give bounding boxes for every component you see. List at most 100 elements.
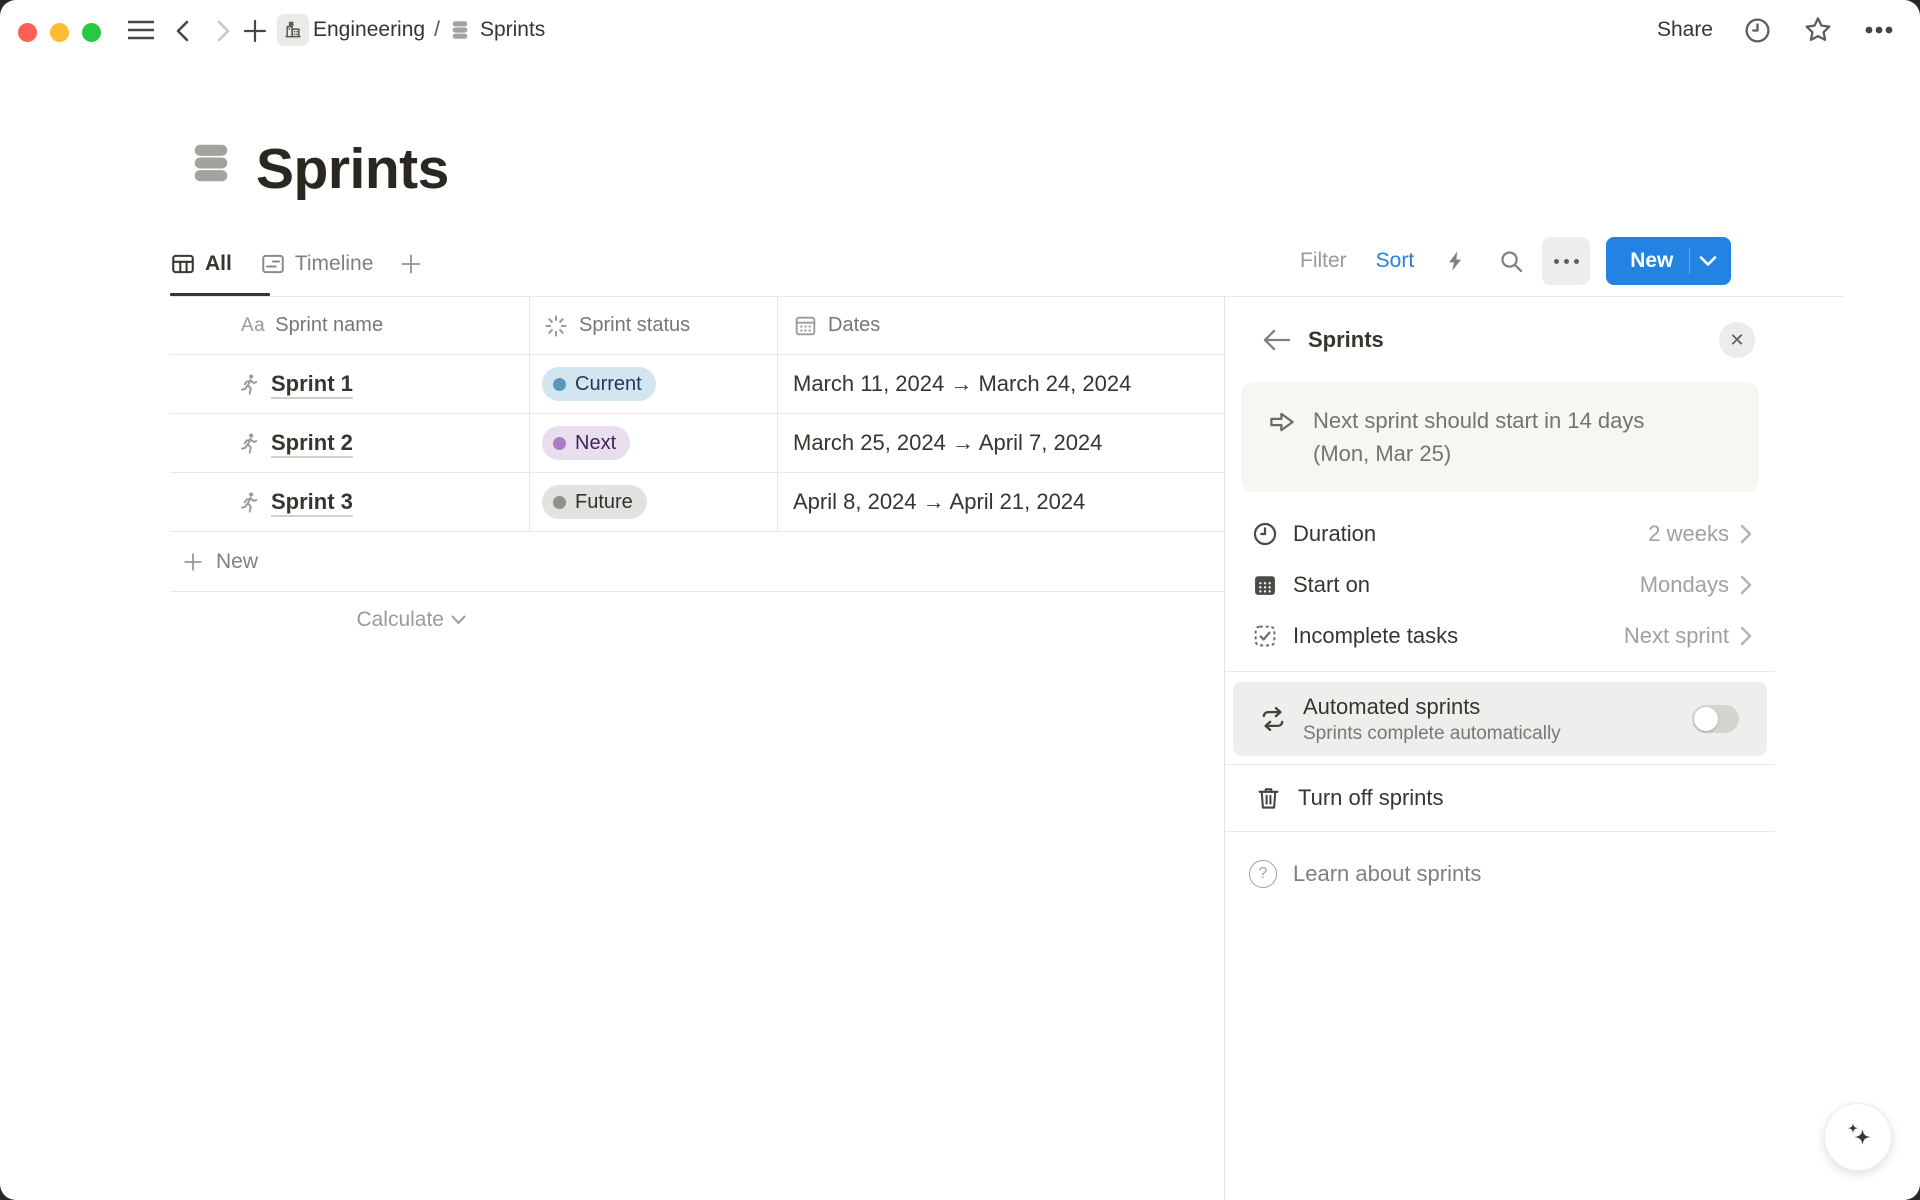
sprint-settings-panel: Sprints ✕ Next sprint should start in 14… <box>1224 297 1775 1200</box>
repeat-icon <box>1257 705 1289 733</box>
status-dot <box>553 378 566 391</box>
status-dot <box>553 496 566 509</box>
sidebar-menu-icon[interactable] <box>128 19 154 41</box>
status-pill-future[interactable]: Future <box>542 485 647 519</box>
nav-forward-icon[interactable] <box>212 20 234 42</box>
status-label: Current <box>575 373 642 396</box>
tab-all[interactable]: All <box>170 251 232 277</box>
add-view-icon[interactable] <box>399 252 423 276</box>
tab-timeline[interactable]: Timeline <box>260 251 374 277</box>
panel-divider <box>1225 671 1775 672</box>
new-row-button[interactable]: New <box>170 532 1225 592</box>
status-spinner-icon <box>543 313 569 339</box>
timeline-view-icon <box>260 251 286 277</box>
date-range[interactable]: March 11, 2024 → March 24, 2024 <box>793 371 1131 397</box>
status-dot <box>553 437 566 450</box>
nav-back-icon[interactable] <box>172 20 194 42</box>
text-property-icon: Aa <box>241 315 265 337</box>
panel-close-button[interactable]: ✕ <box>1719 322 1755 358</box>
column-label: Sprint status <box>579 314 690 337</box>
new-button[interactable]: New <box>1606 237 1731 285</box>
automated-sprints-row[interactable]: Automated sprints Sprints complete autom… <box>1233 682 1767 756</box>
callout-line2: (Mon, Mar 25) <box>1313 441 1451 466</box>
arrow-right-outline-icon <box>1267 404 1297 470</box>
callout-line1: Next sprint should start in 14 days <box>1313 408 1644 433</box>
dashed-checkbox-icon <box>1251 622 1279 650</box>
titlebar-actions: Share <box>1657 0 1894 60</box>
sprint-runner-icon <box>237 372 262 397</box>
table-row[interactable]: Sprint 3 Future April 8, 2024 → April 21… <box>170 473 1225 532</box>
table-row[interactable]: Sprint 1 Current March 11, 2024 → March … <box>170 355 1225 414</box>
setting-label: Duration <box>1293 521 1376 547</box>
new-page-icon[interactable] <box>243 19 267 43</box>
favorite-star-icon[interactable] <box>1802 14 1834 46</box>
sprints-table: Aa Sprint name Sprint status Dates <box>170 297 1225 648</box>
clock-icon <box>1251 520 1279 548</box>
share-button[interactable]: Share <box>1657 18 1713 42</box>
window-zoom-button[interactable] <box>82 23 101 42</box>
more-options-icon[interactable] <box>1864 25 1894 35</box>
panel-header: Sprints ✕ <box>1241 297 1759 359</box>
date-range[interactable]: April 8, 2024 → April 21, 2024 <box>793 489 1085 515</box>
close-icon: ✕ <box>1729 330 1744 351</box>
table-row[interactable]: Sprint 2 Next March 25, 2024 → April 7, … <box>170 414 1225 473</box>
date-range[interactable]: March 25, 2024 → April 7, 2024 <box>793 430 1102 456</box>
view-options-button[interactable] <box>1542 237 1590 285</box>
breadcrumb-separator: / <box>434 18 440 42</box>
breadcrumb-page[interactable]: Sprints <box>480 18 545 42</box>
view-controls: Filter Sort New <box>1300 237 1731 285</box>
column-header-sprint-name[interactable]: Aa Sprint name <box>170 297 530 354</box>
setting-row-start-on[interactable]: Start on Mondays <box>1241 559 1759 610</box>
status-label: Next <box>575 432 616 455</box>
column-header-dates[interactable]: Dates <box>778 297 1225 354</box>
tab-all-label: All <box>205 252 232 276</box>
sprint-settings-rows: Duration 2 weeks Start on Mondays Incomp… <box>1241 508 1759 661</box>
window-close-button[interactable] <box>18 23 37 42</box>
trash-icon <box>1255 784 1282 812</box>
window-minimize-button[interactable] <box>50 23 69 42</box>
new-row-label: New <box>216 550 258 574</box>
sprint-runner-icon <box>237 431 262 456</box>
updates-clock-icon[interactable] <box>1743 16 1772 45</box>
notion-window: Engineering / Sprints Share Sprints <box>0 0 1920 1200</box>
learn-about-sprints-label: Learn about sprints <box>1293 861 1481 887</box>
page-database-icon[interactable] <box>188 138 234 188</box>
chevron-right-icon <box>1739 574 1753 596</box>
breadcrumb-workspace[interactable]: Engineering <box>313 18 425 42</box>
table-header-row: Aa Sprint name Sprint status Dates <box>170 297 1225 355</box>
next-sprint-callout: Next sprint should start in 14 days (Mon… <box>1241 382 1759 492</box>
automations-bolt-icon[interactable] <box>1445 247 1467 275</box>
calculate-button[interactable]: Calculate <box>170 592 530 648</box>
sprint-name-link[interactable]: Sprint 2 <box>271 430 353 456</box>
setting-row-incomplete-tasks[interactable]: Incomplete tasks Next sprint <box>1241 610 1759 661</box>
view-tabs: All Timeline <box>170 240 423 288</box>
turn-off-sprints-button[interactable]: Turn off sprints <box>1241 765 1759 831</box>
notion-ai-button[interactable] <box>1824 1103 1892 1171</box>
setting-value: Next sprint <box>1624 623 1729 649</box>
question-icon: ? <box>1249 860 1277 888</box>
column-header-sprint-status[interactable]: Sprint status <box>530 297 778 354</box>
panel-divider <box>1225 831 1775 832</box>
new-dropdown-chevron-icon[interactable] <box>1690 255 1729 267</box>
new-button-label: New <box>1606 249 1673 273</box>
search-icon[interactable] <box>1498 248 1525 275</box>
sprint-name-link[interactable]: Sprint 1 <box>271 371 353 397</box>
chevron-right-icon <box>1739 523 1753 545</box>
sprint-name-link[interactable]: Sprint 3 <box>271 489 353 515</box>
panel-back-icon[interactable] <box>1261 328 1293 352</box>
filter-button[interactable]: Filter <box>1300 249 1347 273</box>
automated-sprints-toggle[interactable] <box>1692 705 1739 733</box>
sort-button[interactable]: Sort <box>1376 249 1415 273</box>
status-pill-next[interactable]: Next <box>542 426 630 460</box>
status-pill-current[interactable]: Current <box>542 367 656 401</box>
setting-label: Incomplete tasks <box>1293 623 1458 649</box>
toggle-knob <box>1694 707 1718 731</box>
database-icon <box>449 19 471 41</box>
setting-row-duration[interactable]: Duration 2 weeks <box>1241 508 1759 559</box>
learn-about-sprints-link[interactable]: ? Learn about sprints <box>1241 850 1759 898</box>
turn-off-sprints-label: Turn off sprints <box>1298 785 1444 811</box>
automated-sprints-description: Sprints complete automatically <box>1303 723 1561 745</box>
page-title[interactable]: Sprints <box>256 138 449 200</box>
teamspace-icon[interactable] <box>277 14 309 46</box>
sprint-runner-icon <box>237 490 262 515</box>
